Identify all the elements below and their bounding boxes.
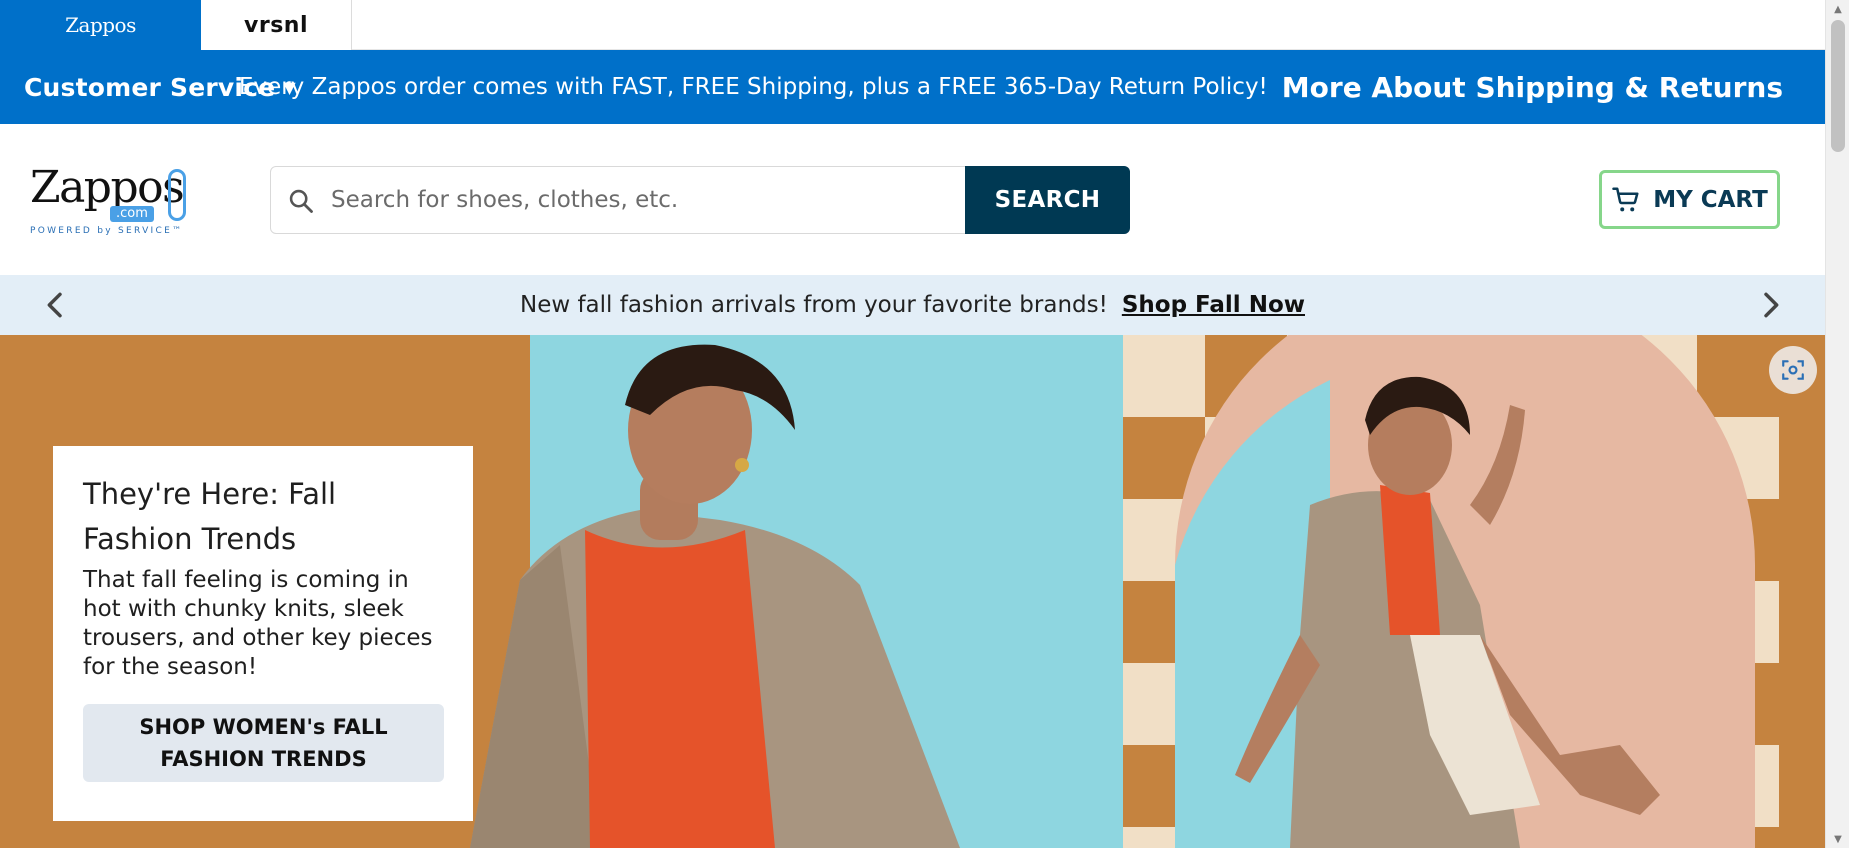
chevron-left-icon[interactable]: [40, 289, 72, 321]
customer-service-label: Customer Service: [24, 72, 276, 102]
zappos-homepage: Zappos vrsnl Customer Service ▼ Every Za…: [0, 0, 1849, 848]
site-header: Zappos .com POWERED by SERVICE™ SEARCH M…: [0, 124, 1825, 275]
cart-icon: [1612, 187, 1639, 211]
page-scrollbar[interactable]: ▲ ▼: [1825, 0, 1849, 848]
chevron-right-icon[interactable]: [1754, 289, 1786, 321]
visual-search-icon: [1782, 360, 1804, 380]
promo-content: New fall fashion arrivals from your favo…: [0, 275, 1825, 335]
shop-fall-now-link[interactable]: Shop Fall Now: [1122, 292, 1305, 318]
vrsnl-tab-logo: vrsnl: [244, 12, 308, 38]
promo-message: New fall fashion arrivals from your favo…: [519, 292, 1108, 318]
shipping-text: Every Zappos order comes with FAST, FREE…: [238, 74, 1268, 100]
tab-vrsnl[interactable]: vrsnl: [201, 0, 352, 50]
service-bar: Customer Service ▼ Every Zappos order co…: [0, 50, 1825, 124]
hero-banner: They're Here: Fall Fashion Trends That f…: [0, 335, 1825, 848]
my-cart-button[interactable]: MY CART: [1599, 170, 1780, 229]
cart-label: MY CART: [1653, 186, 1768, 213]
promo-carousel: New fall fashion arrivals from your favo…: [0, 275, 1825, 335]
hero-card: They're Here: Fall Fashion Trends That f…: [53, 446, 473, 821]
zappos-logo[interactable]: Zappos .com POWERED by SERVICE™: [30, 166, 190, 236]
zappos-tab-logo: Zappos: [65, 13, 136, 37]
search-icon: [289, 189, 313, 213]
hero-body: That fall feeling is coming in hot with …: [83, 567, 433, 680]
shipping-message: Every Zappos order comes with FAST, FREE…: [239, 50, 1783, 124]
visual-search-button[interactable]: [1769, 346, 1817, 394]
scroll-up-icon[interactable]: ▲: [1826, 0, 1849, 18]
search-button[interactable]: SEARCH: [965, 166, 1130, 234]
logo-shoe-icon: [168, 169, 186, 221]
tab-zappos[interactable]: Zappos: [0, 0, 201, 50]
logo-dotcom: .com: [110, 206, 154, 222]
scrollbar-thumb[interactable]: [1831, 20, 1845, 152]
logo-tagline: POWERED by SERVICE™: [30, 226, 184, 236]
hero-title: They're Here: Fall Fashion Trends: [83, 477, 337, 556]
shipping-returns-link[interactable]: More About Shipping & Returns: [1282, 71, 1783, 104]
brand-tabs: Zappos vrsnl: [0, 0, 1825, 50]
search-input[interactable]: [331, 167, 1031, 233]
scroll-down-icon[interactable]: ▼: [1826, 830, 1849, 848]
shop-womens-fall-fashion-button[interactable]: SHOP WOMEN's FALL FASHION TRENDS: [83, 704, 444, 782]
logo-word: Zappos: [30, 162, 185, 213]
